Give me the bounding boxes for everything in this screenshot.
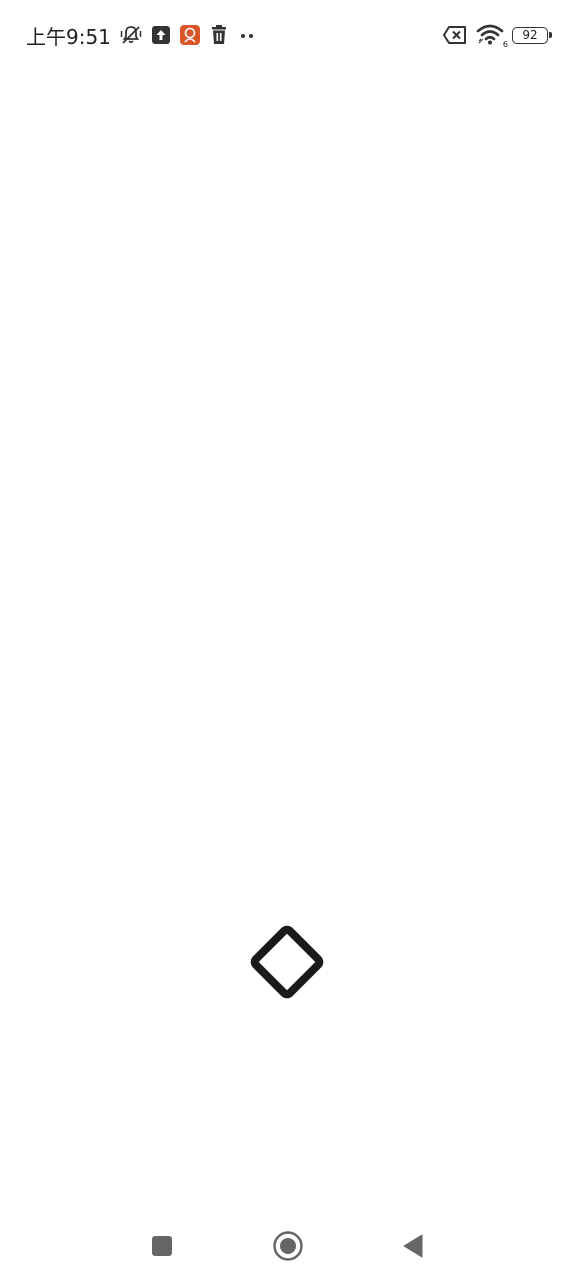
battery-level: 92 bbox=[522, 28, 538, 42]
mute-vibrate-icon bbox=[119, 23, 143, 47]
status-time: 上午9:51 bbox=[26, 24, 111, 49]
app-notification-icon bbox=[179, 24, 201, 46]
status-left: 上午9:51 bbox=[26, 20, 257, 50]
home-button[interactable] bbox=[270, 1228, 306, 1264]
navigation-bar bbox=[0, 1210, 576, 1280]
back-icon bbox=[403, 1234, 423, 1258]
home-icon bbox=[273, 1231, 303, 1261]
status-right: 6 92 bbox=[442, 20, 552, 50]
status-bar: 上午9:51 6 92 bbox=[0, 0, 576, 68]
recents-icon bbox=[152, 1236, 172, 1256]
sim-error-icon bbox=[442, 24, 468, 46]
more-dots-icon bbox=[237, 25, 257, 45]
battery-icon: 92 bbox=[512, 26, 552, 44]
wifi-generation-label: 6 bbox=[502, 40, 508, 49]
back-button[interactable] bbox=[395, 1228, 431, 1264]
loading-diamond-icon bbox=[243, 918, 331, 1006]
wifi-icon: 6 bbox=[476, 23, 508, 49]
trash-icon bbox=[209, 24, 229, 46]
recents-button[interactable] bbox=[144, 1228, 180, 1264]
screen: 上午9:51 6 92 bbox=[0, 0, 576, 1280]
upload-icon bbox=[151, 25, 171, 45]
